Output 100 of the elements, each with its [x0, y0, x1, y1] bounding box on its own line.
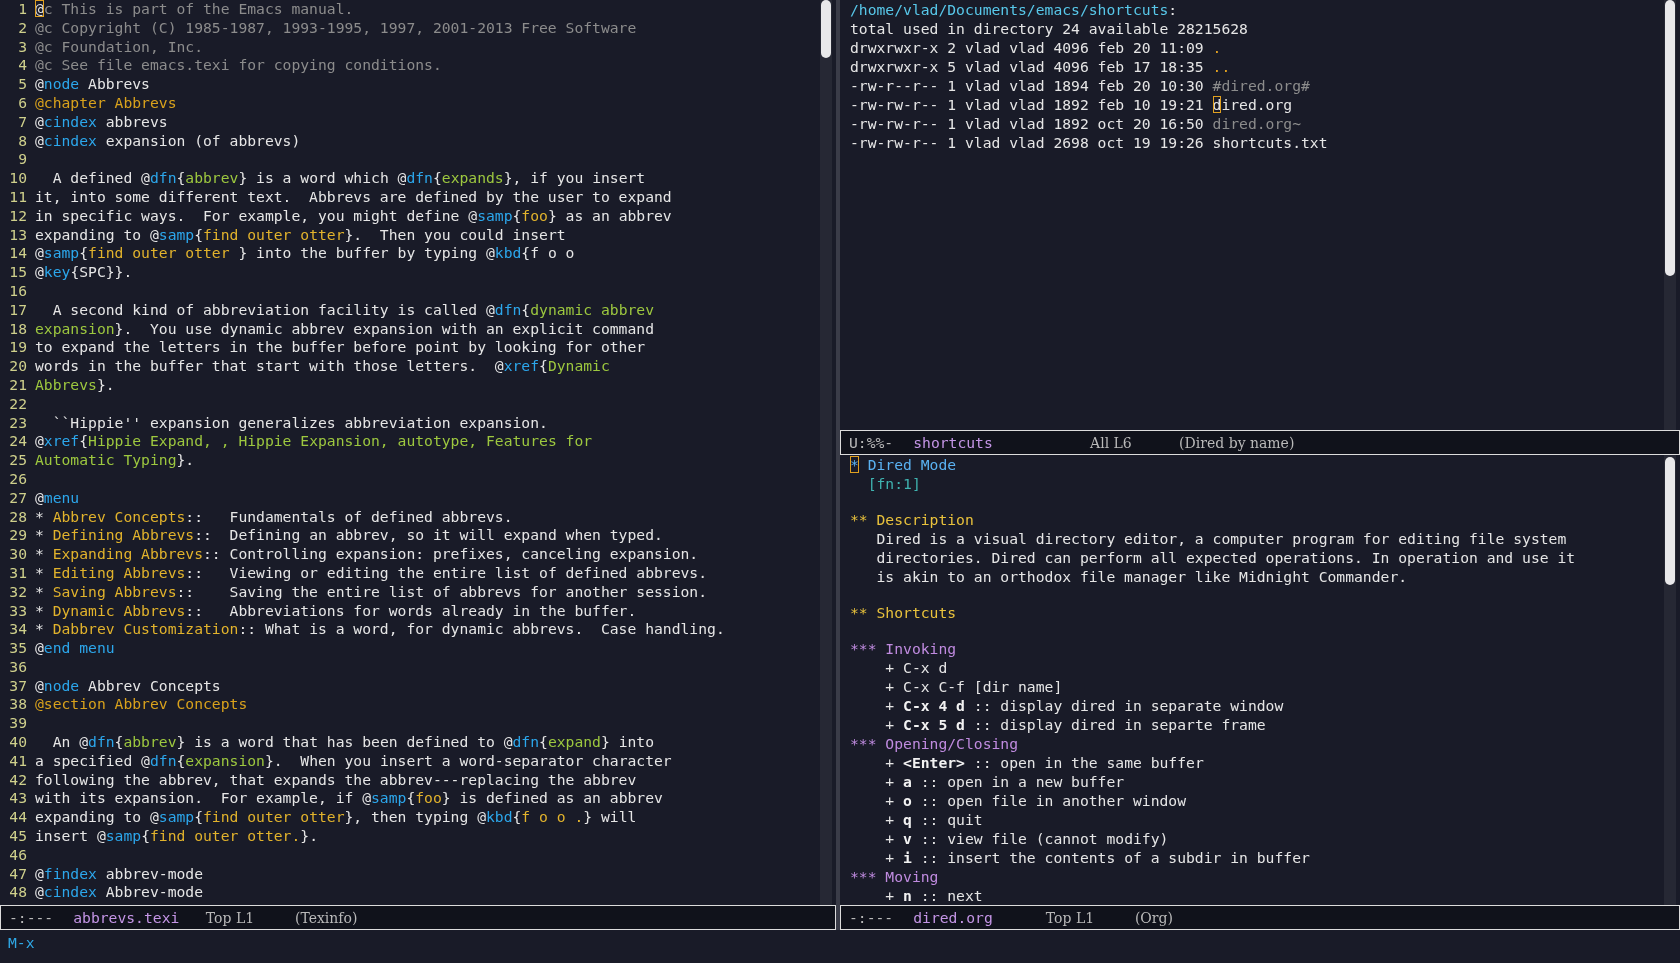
code-line: A second kind of abbreviation facility is called @dfn{dynamic abbrev: [51, 300, 654, 320]
code-line: @chapter Abbrevs: [35, 94, 177, 113]
code-line: Automatic Typing}.: [35, 451, 195, 470]
org-line: is akin to an orthodox file manager like Midnight Commander.: [875, 567, 1408, 586]
org-line: + <Enter> :: open in the same buffer: [884, 753, 1204, 772]
code-line: @cindex expansion (of abbrevs): [35, 131, 301, 151]
code-line: @end menu: [35, 639, 115, 658]
buffer-status: U:%%-: [849, 434, 894, 451]
buffer-name: shortcuts: [913, 434, 994, 451]
line-number: 27: [8, 488, 27, 508]
buffer-status: -:---: [9, 909, 54, 926]
code-line: @c Foundation, Inc.: [35, 37, 203, 57]
code-line: * Dynamic Abbrevs:: Abbreviations for words already in the buffer.: [35, 601, 637, 621]
code-line: * Abbrev Concepts:: Fundamentals of defined abbrevs.: [35, 507, 513, 527]
dired-line[interactable]: -rw-r--r-- 1 vlad vlad 1894 feb 20 10:30 #dired.org#: [850, 76, 1310, 95]
org-line: + i :: insert the contents of a subdir in buffer: [884, 848, 1310, 867]
dired-line[interactable]: drwxrwxr-x 5 vlad vlad 4096 feb 17 18:35 ..: [850, 57, 1231, 76]
line-number: 43: [8, 789, 27, 809]
code-line: with its expansion. For example, if @samp{foo} is defined as an abbrev: [35, 789, 663, 809]
major-mode: (Org): [1134, 909, 1173, 926]
line-number: 8: [17, 131, 27, 151]
major-mode: (Texinfo): [294, 909, 358, 926]
code-line: expansion}. You use dynamic abbrev expansion with an explicit command: [35, 319, 654, 339]
org-line: directories. Dired can perform all expected operations. In operation and use it: [875, 548, 1576, 567]
line-number: 14: [8, 244, 27, 264]
dired-line[interactable]: drwxrwxr-x 2 vlad vlad 4096 feb 20 11:09 .: [850, 38, 1222, 57]
org-line: + C-x C-f [dir name]: [884, 677, 1063, 696]
major-mode: (Dired by name): [1179, 434, 1295, 451]
line-number: 42: [8, 770, 27, 790]
code-line: @node Abbrev Concepts: [35, 676, 221, 696]
line-number: 44: [8, 808, 27, 828]
line-number: 9: [17, 150, 27, 170]
scrollbar[interactable]: [820, 0, 832, 905]
minibuffer-prompt[interactable]: M-x: [8, 934, 35, 951]
line-number: 32: [8, 582, 27, 602]
line-number: 28: [8, 507, 27, 527]
code-line: * Dabbrev Customization:: What is a word, for dynamic abbrevs. Case handling.: [35, 620, 725, 640]
line-number: 18: [8, 319, 27, 339]
buffer-name: dired.org: [913, 909, 994, 926]
code-line: @c See file emacs.texi for copying conditions.: [35, 56, 442, 76]
line-number: 21: [8, 375, 27, 395]
org-line: *** Invoking: [850, 639, 957, 658]
line-number: 33: [8, 601, 27, 621]
line-number: 35: [8, 639, 27, 658]
line-number: 3: [17, 37, 27, 57]
line-number: 38: [8, 695, 27, 715]
line-number: 47: [8, 864, 27, 884]
org-line: + v :: view file (cannot modify): [884, 829, 1169, 848]
org-line: + n :: next: [884, 886, 983, 905]
code-line: @key{SPC}}.: [35, 263, 133, 282]
code-line: * Saving Abbrevs:: Saving the entire list of abbrevs for another session.: [35, 582, 708, 602]
line-number: 37: [8, 676, 27, 696]
code-line: @findex abbrev-mode: [35, 864, 204, 884]
line-number: 31: [8, 563, 27, 583]
dired-line[interactable]: /home/vlad/Documents/emacs/shortcuts:: [850, 0, 1178, 19]
line-number: 13: [8, 225, 27, 245]
line-number: 22: [8, 394, 27, 414]
org-line: [fn:1]: [866, 474, 921, 493]
code-line: * Defining Abbrevs:: Defining an abbrev, so it will expand when typed.: [35, 526, 663, 546]
buffer-position: All L6: [1090, 434, 1133, 451]
org-line: + o :: open file in another window: [884, 791, 1187, 810]
dired-line[interactable]: -rw-rw-r-- 1 vlad vlad 2698 oct 19 19:26 shortcuts.txt: [850, 133, 1328, 152]
line-number: 48: [8, 883, 27, 903]
line-number: 17: [8, 300, 27, 320]
code-line: a specified @dfn{expansion}. When you insert a word-separator character: [35, 751, 672, 771]
line-number: 46: [8, 845, 27, 865]
scrollbar[interactable]: [1664, 0, 1676, 430]
code-line: following the abbrev, that expands the abbrev---replacing the abbrev: [35, 770, 637, 790]
org-line: + a :: open in a new buffer: [884, 772, 1125, 791]
code-line: A defined @dfn{abbrev} is a word which @dfn{expands}, if you insert: [51, 169, 646, 188]
line-number: 40: [8, 733, 27, 752]
code-line: expanding to @samp{find outer otter}. Then you could insert: [35, 225, 566, 245]
line-number: 12: [8, 206, 27, 226]
code-line: @c Copyright (C) 1985-1987, 1993-1995, 1997, 2001-2013 Free Software: [35, 18, 637, 38]
dired-line[interactable]: total used in directory 24 available 28215628: [850, 19, 1248, 38]
line-number: 1: [17, 0, 27, 19]
line-number: 41: [8, 751, 27, 771]
line-number: 20: [8, 357, 27, 376]
buffer-name: abbrevs.texi: [73, 909, 180, 926]
code-line: * Editing Abbrevs:: Viewing or editing the entire list of defined abbrevs.: [35, 563, 708, 583]
line-number: 24: [8, 432, 27, 452]
line-number: 16: [8, 281, 27, 301]
line-number: 45: [8, 827, 27, 846]
line-number: 29: [8, 526, 27, 546]
line-number: 30: [8, 545, 27, 564]
code-line: expanding to @samp{find outer otter}, then typing @kbd{f o o .} will: [35, 808, 637, 828]
code-line: insert @samp{find outer otter.}.: [35, 827, 318, 846]
scrollbar[interactable]: [1664, 455, 1676, 905]
code-line: ``Hippie'' expansion generalizes abbreviation expansion.: [51, 413, 548, 433]
code-line: @section Abbrev Concepts: [35, 695, 248, 715]
code-line: @xref{Hippie Expand, , Hippie Expansion, autotype, Features for: [35, 432, 593, 452]
line-number: 6: [17, 94, 27, 113]
line-number: 34: [8, 620, 27, 640]
org-line: ** Description: [850, 510, 974, 529]
org-line: Dired is a visual directory editor, a computer program for editing file system: [875, 529, 1567, 548]
buffer-position: Top L1: [1045, 909, 1096, 926]
line-number: 10: [8, 169, 27, 188]
line-number: 19: [8, 338, 27, 358]
line-number: 4: [17, 56, 27, 76]
dired-line[interactable]: -rw-rw-r-- 1 vlad vlad 1892 oct 20 16:50 dired.org~: [850, 114, 1301, 133]
